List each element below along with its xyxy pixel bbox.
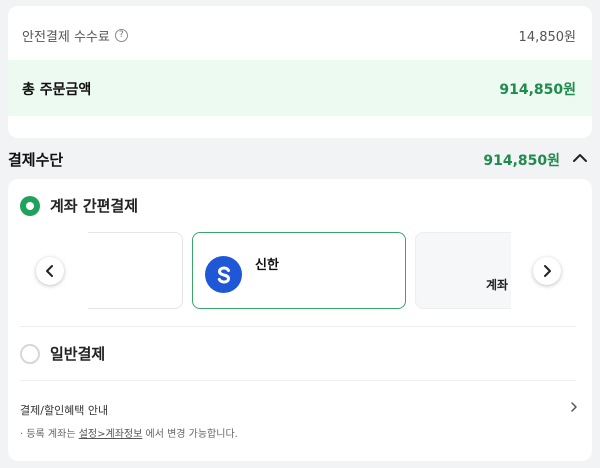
account-settings-link[interactable]: 설정>계좌정보 [79,429,143,440]
fee-row: 안전결제 수수료 ? 14,850원 [8,6,592,60]
payment-method-card: 계좌 간편결제 신한 계좌 일반결제 결제/할인혜택 안내 · 등록 계좌는 설… [8,179,592,461]
fee-label: 안전결제 수수료 [22,30,110,45]
general-pay-radio[interactable] [20,343,40,364]
payment-method-header[interactable]: 결제수단 914,850원 [0,142,600,174]
account-change-note: · 등록 계좌는 설정>계좌정보 에서 변경 가능합니다. [20,425,238,440]
shinhan-logo-icon [205,256,242,293]
carousel-prev-button[interactable] [36,257,64,285]
info-icon[interactable]: ? [114,29,128,42]
fee-value: 14,850원 [518,30,576,45]
total-label: 총 주문금액 [22,82,92,98]
easy-pay-label: 계좌 간편결제 [50,197,139,215]
order-summary-card: 안전결제 수수료 ? 14,850원 총 주문금액 914,850원 [8,6,592,138]
note-suffix: 에서 변경 가능합니다. [142,429,238,440]
account-carousel: 신한 계좌 [88,231,511,311]
benefit-info-link[interactable]: 결제/할인혜택 안내 [20,399,580,417]
general-pay-option[interactable]: 일반결제 [20,343,105,364]
account-card-next[interactable]: 계좌 [415,232,511,309]
chevron-up-icon[interactable] [570,148,590,168]
fee-label-wrap: 안전결제 수수료 ? [22,26,128,45]
account-card-selected[interactable]: 신한 [192,232,406,309]
benefit-info-label: 결제/할인혜택 안내 [20,404,109,417]
chevron-left-icon [46,265,53,277]
account-card-previous[interactable] [88,232,183,309]
chevron-right-icon [544,265,551,277]
payment-method-title: 결제수단 [8,151,64,169]
payment-method-amount: 914,850원 [483,153,560,169]
general-pay-label: 일반결제 [50,345,106,363]
carousel-next-button[interactable] [533,257,561,285]
total-row: 총 주문금액 914,850원 [8,60,592,116]
account-card-next-label: 계좌 [486,278,509,292]
easy-pay-option[interactable]: 계좌 간편결제 [20,195,138,216]
total-value: 914,850원 [499,82,576,98]
divider [20,326,576,327]
chevron-right-icon [571,402,577,412]
bank-name: 신한 [255,258,279,273]
note-prefix: · 등록 계좌는 [20,429,79,440]
divider [20,380,576,381]
easy-pay-radio[interactable] [20,195,40,216]
